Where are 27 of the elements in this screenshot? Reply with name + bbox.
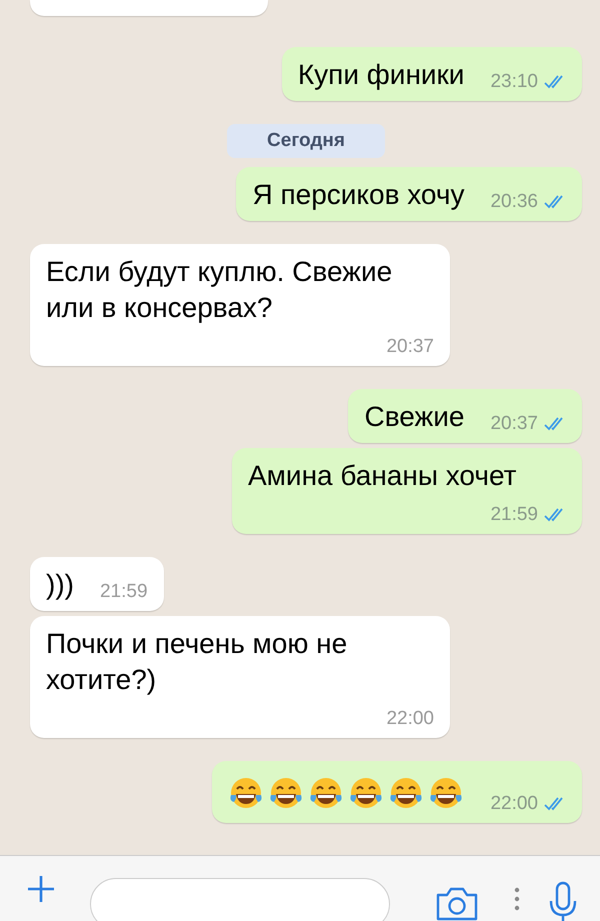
laughing-emoji-icon — [348, 775, 384, 811]
message-time: 20:36 — [490, 191, 538, 213]
message-time: 20:37 — [386, 336, 434, 358]
message-text: Амина бананы хочет — [248, 459, 516, 493]
date-label: Сегодня — [227, 124, 385, 158]
laughing-emoji-icon — [268, 775, 304, 811]
camera-icon[interactable] — [434, 886, 480, 921]
laughing-emoji-icon — [228, 775, 264, 811]
more-icon[interactable] — [514, 886, 520, 910]
laughing-emoji-icon — [308, 775, 344, 811]
message-input-field[interactable] — [90, 878, 390, 921]
microphone-icon[interactable] — [548, 880, 578, 921]
message-text: Купи финики — [298, 58, 464, 92]
message-time: 23:10 — [490, 71, 538, 93]
message-text: Свежие — [364, 400, 464, 434]
message-text: Если будут куплю. Свежие или в консервах? — [46, 255, 394, 325]
add-icon[interactable] — [26, 874, 56, 904]
message-text: ))) — [46, 568, 74, 602]
message-text: Почки и печень мою не хотите?) — [46, 627, 348, 697]
message-text: Я персиков хочу — [252, 178, 464, 212]
message-time: 21:59 — [100, 581, 148, 603]
message-time: 21:59 — [490, 504, 538, 526]
message-time: 22:00 — [490, 793, 538, 815]
laughing-emoji-icon — [428, 775, 464, 811]
message-time: 20:37 — [490, 413, 538, 435]
laughing-emoji-icon — [388, 775, 424, 811]
message-time: 22:00 — [386, 708, 434, 730]
